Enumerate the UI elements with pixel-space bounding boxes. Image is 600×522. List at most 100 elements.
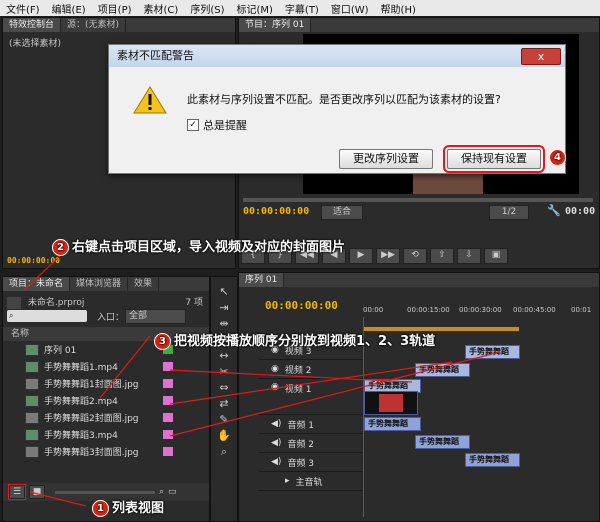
icon-view-icon[interactable]: ■ <box>29 485 45 499</box>
callout-number: 2 <box>52 239 69 256</box>
ripple-edit-icon[interactable]: ⇹ <box>219 317 228 330</box>
menu-item[interactable]: 字幕(T) <box>279 1 325 16</box>
tab-sequence[interactable]: 序列 01 <box>239 273 285 287</box>
list-view-icon[interactable]: ☰ <box>8 484 26 500</box>
find-icon[interactable]: ⌕ <box>159 487 164 497</box>
master-expand-icon[interactable]: ▸ <box>285 476 290 486</box>
zoom-icon[interactable]: ⌕ <box>221 445 227 459</box>
new-bin-icon[interactable]: ▭ <box>168 487 177 497</box>
ruler-label: 00:00:30:00 <box>459 306 502 314</box>
menu-item[interactable]: 窗口(W) <box>325 1 375 16</box>
track-select-icon[interactable]: ⇥ <box>219 301 228 314</box>
tools-panel: ↖ ⇥ ⇹ ⇼ ↔ ✂ ⇔ ⇄ ✎ ✋ ⌕ <box>210 276 238 522</box>
resolution-select[interactable]: 1/2 <box>489 205 529 220</box>
play-icon[interactable]: ▶ <box>349 248 373 264</box>
clip-video1-thumbnail[interactable] <box>364 391 418 415</box>
label-color-swatch <box>163 447 173 456</box>
ruler-label: 00:00:15:00 <box>407 306 450 314</box>
wrench-icon[interactable]: 🔧 <box>547 204 561 217</box>
tab-media-browser[interactable]: 媒体浏览器 <box>70 277 129 291</box>
item-name: 手势舞舞蹈3.mp4 <box>44 431 118 441</box>
sequence-icon <box>25 343 39 356</box>
clip-video3[interactable]: 手势舞舞蹈 <box>465 345 520 359</box>
warning-icon <box>133 86 167 114</box>
close-icon[interactable]: x <box>521 48 561 65</box>
checkbox-label: 总是提醒 <box>203 119 247 132</box>
razor-icon[interactable]: ✂ <box>219 365 228 378</box>
menu-item[interactable]: 帮助(H) <box>375 1 422 16</box>
audio1-label: 音频 1 <box>287 420 315 431</box>
menu-item[interactable]: 素材(C) <box>138 1 185 16</box>
item-name: 手势舞舞蹈2.mp4 <box>44 397 118 407</box>
label-color-swatch <box>163 379 173 388</box>
rate-stretch-icon[interactable]: ↔ <box>219 349 228 362</box>
label-color-swatch <box>163 413 173 422</box>
zoom-slider[interactable] <box>55 490 155 494</box>
clip-audio3[interactable]: 手势舞舞蹈 <box>465 453 520 467</box>
timeline-timecode: 00:00:00:00 <box>265 299 338 312</box>
list-item[interactable]: 手势舞舞蹈1封面图.jpg <box>3 375 209 392</box>
speaker-icon[interactable]: ◀) <box>271 438 281 448</box>
eye-icon[interactable]: ◉ <box>271 382 279 392</box>
menu-item[interactable]: 序列(S) <box>184 1 230 16</box>
eye-icon[interactable]: ◉ <box>271 364 279 374</box>
callout-text: 右键点击项目区域，导入视频及对应的封面图片 <box>72 240 346 255</box>
menu-item[interactable]: 编辑(E) <box>46 1 92 16</box>
fit-select[interactable]: 适合 <box>321 205 363 220</box>
item-name: 手势舞舞蹈1.mp4 <box>44 363 118 373</box>
speaker-icon[interactable]: ◀) <box>271 457 281 467</box>
selection-tool-icon[interactable]: ↖ <box>219 285 228 298</box>
clip-audio2[interactable]: 手势舞舞蹈 <box>415 435 470 449</box>
slide-icon[interactable]: ⇄ <box>219 397 228 410</box>
list-item[interactable]: 手势舞舞蹈1.mp4 <box>3 358 209 375</box>
change-sequence-button[interactable]: 更改序列设置 <box>339 149 433 169</box>
dialog-message: 此素材与序列设置不匹配。是否更改序列以匹配为该素材的设置? <box>187 93 501 106</box>
tab-project[interactable]: 项目：未命名 <box>3 277 71 291</box>
list-item[interactable]: 手势舞舞蹈2封面图.jpg <box>3 409 209 426</box>
search-input[interactable]: ⌕ <box>7 310 87 322</box>
list-item[interactable]: 手势舞舞蹈2.mp4 <box>3 392 209 409</box>
video-icon <box>25 428 39 441</box>
item-name: 序列 01 <box>44 346 77 356</box>
in-label: 入口： <box>97 313 125 323</box>
menu-item[interactable]: 文件(F) <box>0 1 46 16</box>
list-item[interactable]: 手势舞舞蹈3.mp4 <box>3 426 209 443</box>
program-duration: 00:00 <box>565 206 596 217</box>
ruler-label: 00:00 <box>363 306 384 314</box>
in-select[interactable]: 全部 <box>125 309 186 324</box>
clip-audio1[interactable]: 手势舞舞蹈 <box>364 417 421 431</box>
project-file: 未命名.prproj <box>27 298 85 308</box>
pen-icon[interactable]: ✎ <box>219 413 228 426</box>
lift-icon[interactable]: ⇧ <box>430 248 454 264</box>
list-item[interactable]: 手势舞舞蹈3封面图.jpg <box>3 443 209 460</box>
callout-text: 列表视图 <box>112 501 165 516</box>
export-frame-icon[interactable]: ▣ <box>484 248 508 264</box>
label-color-swatch <box>163 396 173 405</box>
tab-program[interactable]: 节目：序列 01 <box>239 18 312 32</box>
tab-effects[interactable]: 效果 <box>128 277 160 291</box>
item-name: 手势舞舞蹈1封面图.jpg <box>44 380 139 390</box>
ruler-label: 00:00:45:00 <box>513 306 556 314</box>
tab-source[interactable]: 源：(无素材) <box>61 18 127 32</box>
ruler-label: 00:01 <box>571 306 592 314</box>
slip-icon[interactable]: ⇔ <box>219 381 228 394</box>
menu-item[interactable]: 标记(M) <box>230 1 278 16</box>
always-remind-checkbox[interactable]: ✓ 总是提醒 <box>187 117 247 133</box>
time-ruler[interactable]: 00:00 00:00:15:00 00:00:30:00 00:00:45:0… <box>363 306 593 316</box>
checkmark-icon: ✓ <box>187 119 199 131</box>
master-label: 主音轨 <box>295 477 323 488</box>
tab-effect-controls[interactable]: 特效控制台 <box>3 18 62 32</box>
clip-video2[interactable]: 手势舞舞蹈 <box>415 363 470 377</box>
keep-settings-button[interactable]: 保持现有设置 <box>443 145 545 173</box>
search-icon: ⌕ <box>9 311 14 320</box>
menu-item[interactable]: 项目(P) <box>92 1 138 16</box>
loop-icon[interactable]: ⟲ <box>403 248 427 264</box>
callout-1: 1 列表视图 <box>92 497 164 517</box>
callout-3: 3 把视频按播放顺序分别放到视频1、2、3轨道 <box>154 330 435 350</box>
video1-label: 视频 1 <box>284 385 312 395</box>
hand-icon[interactable]: ✋ <box>217 429 231 442</box>
speaker-icon[interactable]: ◀) <box>271 419 281 429</box>
audio3-label: 音频 3 <box>287 458 315 469</box>
extract-icon[interactable]: ⇩ <box>457 248 481 264</box>
forward-icon[interactable]: ▶▶ <box>376 248 400 264</box>
